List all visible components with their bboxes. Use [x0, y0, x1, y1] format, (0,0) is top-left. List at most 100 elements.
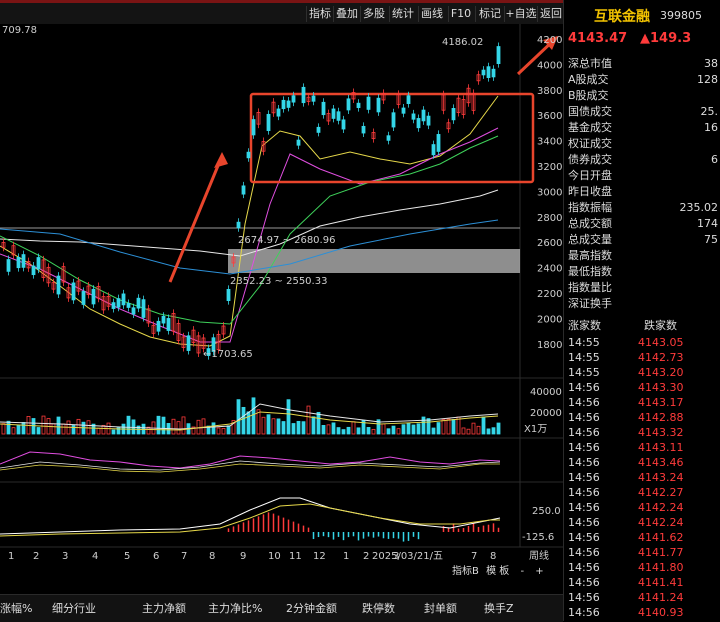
advancers-header: 涨家数 [568, 319, 601, 332]
candle-body [16, 256, 21, 269]
tick-time: 14:56 [568, 531, 600, 544]
volume-bar [491, 427, 496, 435]
tick-row: 14:56 4141.62 [568, 530, 718, 545]
toolbar-stats-button[interactable]: 统计 [389, 6, 416, 22]
quote-field-value: 38 [704, 57, 718, 70]
quote-field-row: 最低指数 [568, 264, 718, 280]
quote-field-row: 昨日收盘 [568, 184, 718, 200]
quote-field-row: 国债成交 25. [568, 104, 718, 120]
quote-field-label: 国债成交 [568, 105, 612, 118]
toolbar-multi-stock-button[interactable]: 多股 [360, 6, 387, 22]
chart-sub-toolbar: 指标B 模 板 - + [452, 562, 544, 577]
gap-upper-label: 2674.97 ~ 2680.96 [238, 235, 335, 246]
tick-time: 14:56 [568, 591, 600, 604]
volume-bar [291, 423, 296, 435]
price-axis-label: 4200 [537, 35, 562, 46]
toolbar-indicator-button[interactable]: 指标 [306, 6, 333, 22]
candle-body [31, 265, 36, 276]
toolbar-add-watchlist-button[interactable]: +自选 [504, 6, 537, 22]
toolbar-draw-line-button[interactable]: 画线 [418, 6, 445, 22]
col-main-net-ratio[interactable]: 主力净比% [208, 600, 262, 616]
quote-field-row: B股成交 [568, 88, 718, 104]
tick-price: 4142.24 [638, 516, 684, 529]
volume-bar [301, 421, 306, 435]
template-button-1[interactable]: 模 [486, 566, 496, 577]
volume-bar [406, 422, 411, 435]
volume-bar [16, 424, 21, 435]
zoom-in-button[interactable]: + [535, 566, 543, 577]
col-seal-amount[interactable]: 封单额 [424, 600, 457, 616]
time-axis-label: 7 [471, 551, 477, 562]
tick-price: 4143.05 [638, 336, 684, 349]
col-sub-industry[interactable]: 细分行业 [52, 600, 96, 616]
volume-bar [381, 423, 386, 435]
toolbar-overlay-button[interactable]: 叠加 [333, 6, 360, 22]
tick-price: 4142.73 [638, 351, 684, 364]
candle-body [301, 86, 306, 104]
template-button-2[interactable]: 板 [499, 566, 509, 577]
quote-field-label: 基金成交 [568, 121, 612, 134]
volume-bar [126, 415, 131, 435]
quote-field-row: 深总市值 38 [568, 56, 718, 72]
volume-bar [56, 416, 61, 435]
macd-axis-label-upper: 250.0 [532, 506, 561, 517]
price-axis-label: 3200 [537, 162, 562, 173]
toolbar-mark-button[interactable]: 标记 [475, 6, 504, 22]
volume-bar [356, 427, 361, 435]
tick-row: 14:56 4141.41 [568, 575, 718, 590]
period-label[interactable]: 周线 [529, 549, 549, 562]
quote-field-label: 昨日收盘 [568, 185, 612, 198]
candle-body [166, 318, 171, 331]
volume-bar [266, 414, 271, 435]
volume-bar [61, 423, 66, 435]
tick-time: 14:56 [568, 456, 600, 469]
candle-body [366, 96, 371, 110]
tick-row: 14:55 4143.05 [568, 335, 718, 350]
candle-body [71, 282, 76, 301]
volume-bar [476, 425, 481, 435]
candlestick-series [1, 42, 501, 360]
col-main-net[interactable]: 主力净额 [142, 600, 186, 616]
indicator-b-button[interactable]: 指标B [452, 566, 479, 577]
quote-field-row: A股成交 128 [568, 72, 718, 88]
volume-bar [216, 427, 221, 435]
top-left-value: 709.78 [2, 25, 37, 36]
volume-bar [331, 422, 336, 435]
col-2min-amount[interactable]: 2分钟金额 [286, 600, 337, 616]
kline-chart[interactable]: 4200400038003600340032003000280026002400… [0, 24, 563, 569]
tick-row: 14:56 4142.88 [568, 410, 718, 425]
price-change: ▲149.3 [640, 31, 692, 46]
quote-field-label: 指数振幅 [568, 201, 612, 214]
volume-bar [396, 428, 401, 435]
volume-bar [236, 399, 241, 435]
quote-field-row: 深证换手 [568, 296, 718, 312]
time-axis-label: 2 [33, 551, 39, 562]
col-limit-down-count[interactable]: 跌停数 [362, 600, 395, 616]
volume-bar [111, 429, 116, 435]
ma-line-white [0, 189, 499, 257]
candle-body [376, 97, 381, 113]
toolbar-back-button[interactable]: 返回 [537, 6, 564, 22]
volume-bar [311, 416, 316, 435]
volume-bar [1, 423, 6, 435]
candle-body [346, 98, 351, 111]
col-turnover[interactable]: 换手Z [484, 600, 514, 616]
zoom-out-button[interactable]: - [520, 566, 524, 577]
candle-body [251, 119, 256, 136]
candle-body [161, 315, 166, 324]
tick-price: 4143.11 [638, 441, 684, 454]
candle-body [116, 298, 121, 308]
col-change-pct[interactable]: 涨幅% [0, 600, 32, 616]
tick-row: 14:56 4143.11 [568, 440, 718, 455]
quote-field-row: 指数振幅 235.02 [568, 200, 718, 216]
bottom-column-bar: 涨幅% 细分行业 主力净额 主力净比% 2分钟金额 跌停数 封单额 换手Z [0, 594, 563, 622]
tick-price: 4141.62 [638, 531, 684, 544]
volume-bar [481, 416, 486, 435]
candle-body [126, 303, 131, 308]
volume-bar [401, 424, 406, 435]
tick-price: 4143.30 [638, 381, 684, 394]
candle-body [241, 185, 246, 195]
index-name: 互联金融 [594, 9, 650, 25]
toolbar-f10-button[interactable]: F10 [448, 6, 473, 22]
volume-bar [421, 416, 426, 435]
